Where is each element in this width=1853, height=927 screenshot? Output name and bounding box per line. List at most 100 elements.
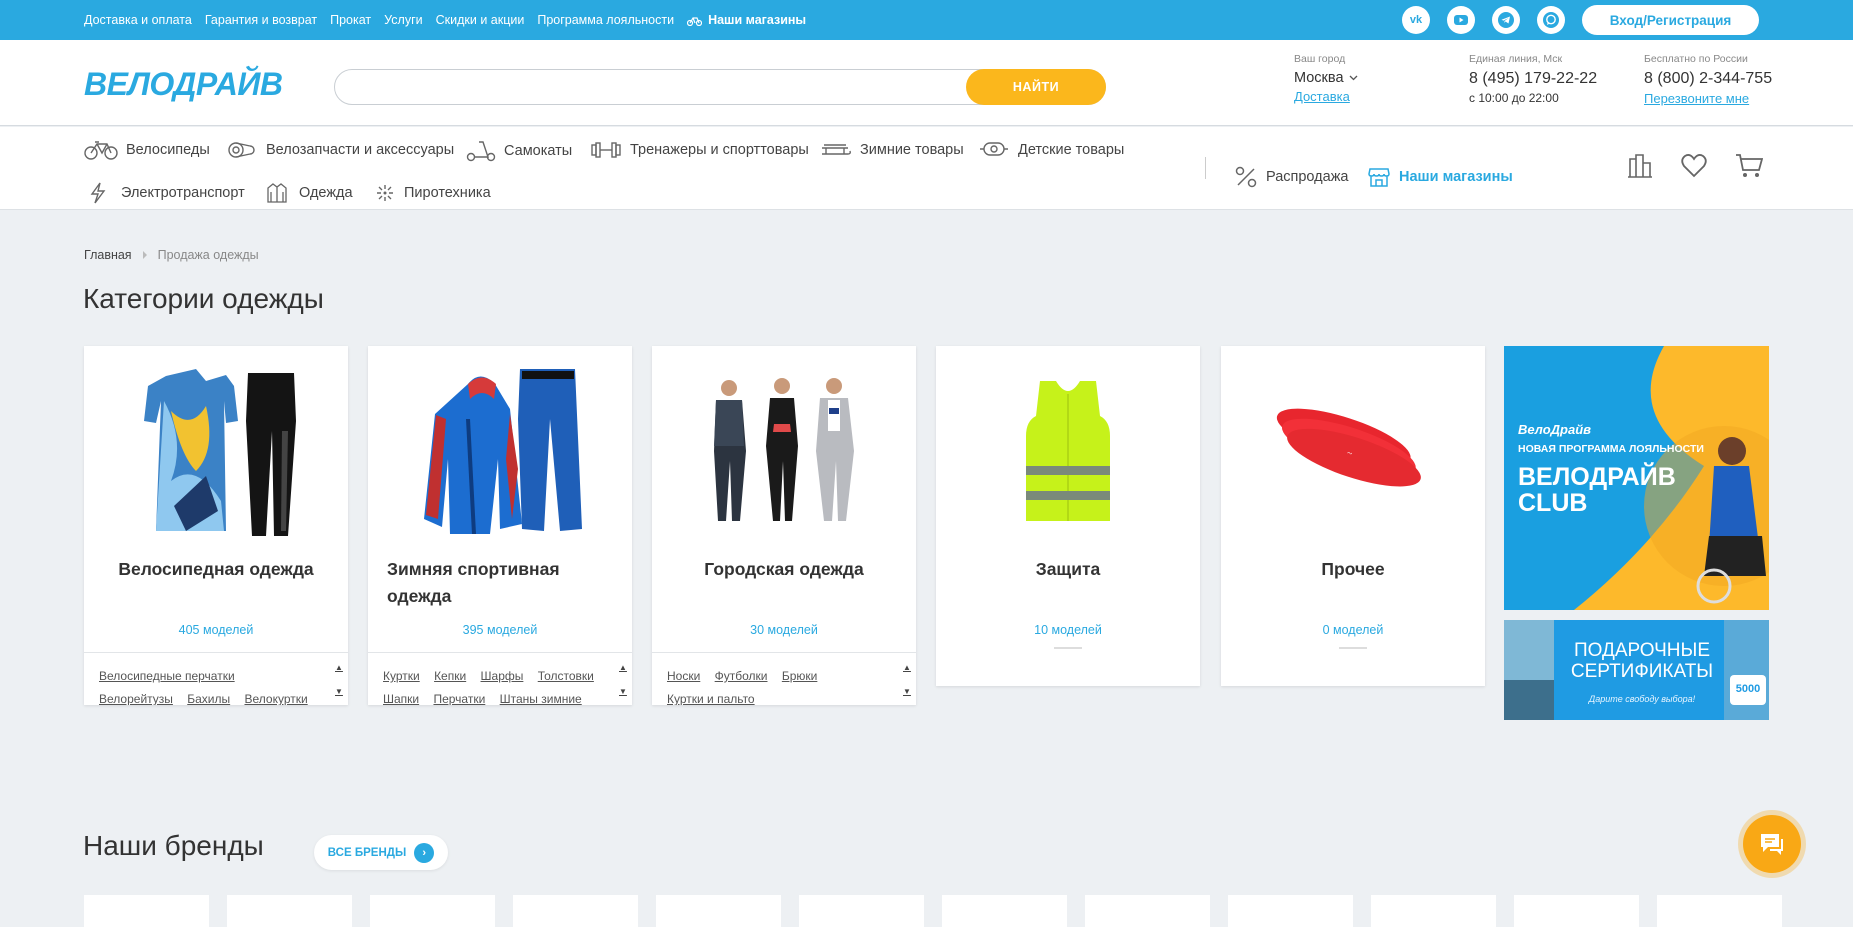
city-select[interactable]: Москва <box>1294 70 1358 86</box>
site-logo[interactable]: ВЕЛОДРАЙВ <box>84 66 283 103</box>
youtube-icon[interactable] <box>1447 6 1475 34</box>
subcategory-link[interactable]: Футболки <box>715 669 768 683</box>
gift-certificate-banner[interactable]: ПОДАРОЧНЫЕ СЕРТИФИКАТЫ Дарите свободу вы… <box>1504 620 1769 720</box>
all-brands-button[interactable]: ВСЕ БРЕНДЫ › <box>314 835 448 870</box>
gift-amount: 5000 <box>1735 683 1761 695</box>
category-title[interactable]: Прочее <box>1221 556 1485 626</box>
bicycle-icon <box>84 141 118 160</box>
category-card[interactable]: Защита 10 моделей <box>936 346 1200 686</box>
hotline-phone[interactable]: 8 (495) 179-22-22 <box>1469 70 1597 88</box>
subcategory-link[interactable]: Брюки <box>782 669 818 683</box>
chat-button[interactable] <box>1743 815 1801 873</box>
category-title[interactable]: Велосипедная одежда <box>84 556 348 626</box>
top-link-delivery[interactable]: Доставка и оплата <box>84 13 192 27</box>
subcategory-link[interactable]: Шапки <box>383 692 419 705</box>
gift-title-line1: ПОДАРОЧНЫЕ <box>1573 640 1711 661</box>
divider <box>1339 647 1367 649</box>
top-link-loyalty[interactable]: Программа лояльности <box>537 13 674 27</box>
scrollbar[interactable]: ▲ ▼ <box>902 653 912 705</box>
nav-item-trainers[interactable]: Тренажеры и спорттовары <box>590 140 809 160</box>
subcategory-link[interactable]: Куртки и пальто <box>667 692 755 705</box>
nav-item-stores[interactable]: Наши магазины <box>1367 165 1513 189</box>
cart-icon[interactable] <box>1735 153 1763 179</box>
gift-title: ПОДАРОЧНЫЕ СЕРТИФИКАТЫ <box>1567 640 1717 682</box>
nav-item-scooters[interactable]: Самокаты <box>466 140 572 162</box>
subcategory-link[interactable]: Носки <box>667 669 700 683</box>
subcategory-link[interactable]: Бахилы <box>187 692 230 705</box>
top-link-warranty[interactable]: Гарантия и возврат <box>205 13 317 27</box>
nav-label: Пиротехника <box>404 185 491 201</box>
callback-link[interactable]: Перезвоните мне <box>1644 91 1772 106</box>
brand-tile[interactable] <box>1657 895 1782 927</box>
category-count: 405 моделей <box>178 623 254 637</box>
login-button[interactable]: Вход/Регистрация <box>1582 5 1759 35</box>
category-card[interactable]: Велосипедная одежда 405 моделей Велосипе… <box>84 346 348 705</box>
nav-item-bicycles[interactable]: Велосипеды <box>84 140 210 160</box>
category-image-other: ~ <box>1221 346 1485 556</box>
nav-item-sale[interactable]: Распродажа <box>1234 165 1348 189</box>
category-card[interactable]: Зимняя спортивная одежда 395 моделей Кур… <box>368 346 632 705</box>
delivery-link[interactable]: Доставка <box>1294 89 1358 104</box>
subcategory-link[interactable]: Велосипедные перчатки <box>99 669 235 683</box>
brand-tile[interactable] <box>513 895 638 927</box>
nav-item-pyrotechnics[interactable]: Пиротехника <box>374 182 491 204</box>
category-title[interactable]: Защита <box>936 556 1200 626</box>
scooter-icon <box>466 141 496 162</box>
percent-icon <box>1235 166 1257 188</box>
heart-icon[interactable] <box>1681 153 1707 179</box>
brand-tile[interactable] <box>1085 895 1210 927</box>
nav-item-parts[interactable]: Велозапчасти и аксессуары <box>226 140 454 160</box>
subcategory-list: Носки Футболки Брюки Куртки и пальто ▲ ▼ <box>652 652 916 705</box>
top-link-services[interactable]: Услуги <box>384 13 422 27</box>
top-link-stores[interactable]: Наши магазины <box>687 13 806 27</box>
subcategory-link[interactable]: Штаны зимние <box>500 692 582 705</box>
brand-tile[interactable] <box>656 895 781 927</box>
lightning-icon <box>90 182 106 204</box>
brand-tile[interactable] <box>370 895 495 927</box>
brand-tile[interactable] <box>84 895 209 927</box>
subcategory-link[interactable]: Велокуртки <box>244 692 307 705</box>
chat-bubble-icon[interactable] <box>1537 6 1565 34</box>
top-link-rental[interactable]: Прокат <box>330 13 371 27</box>
free-line-phone[interactable]: 8 (800) 2-344-755 <box>1644 70 1772 88</box>
category-title[interactable]: Зимняя спортивная одежда <box>368 556 632 626</box>
top-link-discounts[interactable]: Скидки и акции <box>436 13 525 27</box>
category-card[interactable]: ~ Прочее 0 моделей <box>1221 346 1485 686</box>
gift-tagline: Дарите свободу выбора! <box>1588 694 1696 704</box>
scrollbar[interactable]: ▲ ▼ <box>334 653 344 705</box>
nav-label: Детские товары <box>1018 142 1125 158</box>
nav-item-clothing[interactable]: Одежда <box>266 182 353 204</box>
brand-tile[interactable] <box>799 895 924 927</box>
subcategory-link[interactable]: Кепки <box>434 669 466 683</box>
nav-label: Тренажеры и спорттовары <box>630 142 809 158</box>
search-button[interactable]: НАЙТИ <box>966 69 1106 105</box>
brand-tile[interactable] <box>227 895 352 927</box>
brand-tile[interactable] <box>942 895 1067 927</box>
subcategory-link[interactable]: Велорейтузы <box>99 692 173 705</box>
category-title[interactable]: Городская одежда <box>652 556 916 626</box>
nav-item-electric[interactable]: Электротранспорт <box>88 182 245 204</box>
top-bar: Доставка и оплата Гарантия и возврат Про… <box>0 0 1853 40</box>
scrollbar[interactable]: ▲ ▼ <box>618 653 628 705</box>
subcategory-link[interactable]: Шарфы <box>481 669 524 683</box>
subcategory-link[interactable]: Куртки <box>383 669 420 683</box>
compare-icon[interactable] <box>1627 153 1653 179</box>
subcategory-link[interactable]: Перчатки <box>433 692 485 705</box>
city-label: Ваш город <box>1294 53 1346 65</box>
subcategory-link[interactable]: Толстовки <box>538 669 594 683</box>
search-input[interactable] <box>351 78 951 98</box>
telegram-icon[interactable] <box>1492 6 1520 34</box>
nav-item-winter[interactable]: Зимние товары <box>820 140 964 160</box>
brand-tile[interactable] <box>1514 895 1639 927</box>
category-card[interactable]: Городская одежда 30 моделей Носки Футбол… <box>652 346 916 705</box>
vk-icon[interactable]: vk <box>1402 6 1430 34</box>
hotline-hours: с 10:00 до 22:00 <box>1469 91 1559 105</box>
bicycle-icon <box>687 16 703 26</box>
brand-tile[interactable] <box>1371 895 1496 927</box>
loyalty-promo-banner[interactable]: ВелоДрайв НОВАЯ ПРОГРАММА ЛОЯЛЬНОСТИ ВЕЛ… <box>1504 346 1769 610</box>
brand-tile[interactable] <box>1228 895 1353 927</box>
subcategory-list: Куртки Кепки Шарфы Толстовки Шапки Перча… <box>368 652 632 705</box>
breadcrumb-home[interactable]: Главная <box>84 248 132 262</box>
nav-item-kids[interactable]: Детские товары <box>978 140 1124 160</box>
sled-icon <box>822 144 851 155</box>
